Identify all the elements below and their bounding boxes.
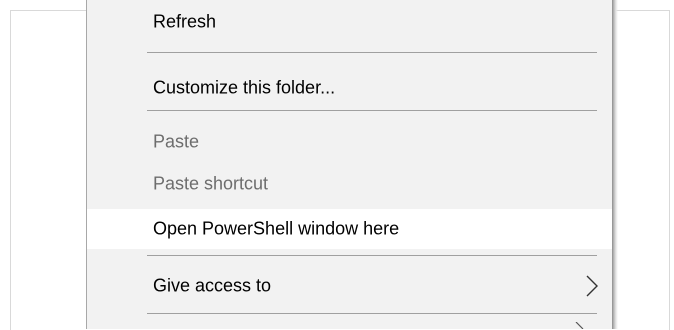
menu-item-label: Paste xyxy=(153,131,200,152)
menu-separator xyxy=(147,110,597,111)
menu-separator xyxy=(147,52,597,53)
menu-item-label: Give access to xyxy=(153,275,272,296)
context-menu: Refresh Customize this folder... Paste P… xyxy=(86,0,612,329)
menu-item-label: Customize this folder... xyxy=(153,77,336,98)
menu-separator xyxy=(147,313,597,314)
menu-item-refresh[interactable]: Refresh xyxy=(87,4,612,40)
menu-item-label: Refresh xyxy=(153,11,217,32)
chevron-right-icon xyxy=(575,322,584,329)
menu-item-paste-shortcut: Paste shortcut xyxy=(87,166,612,202)
menu-item-give-access[interactable]: Give access to xyxy=(87,268,612,304)
menu-separator xyxy=(147,255,597,256)
chevron-right-icon xyxy=(586,275,598,297)
menu-item-paste: Paste xyxy=(87,124,612,160)
menu-item-label: Paste shortcut xyxy=(153,173,269,194)
menu-item-open-powershell[interactable]: Open PowerShell window here xyxy=(87,209,612,249)
menu-item-label: Open PowerShell window here xyxy=(153,218,400,239)
menu-shadow xyxy=(612,0,618,329)
menu-item-customize-folder[interactable]: Customize this folder... xyxy=(87,70,612,106)
